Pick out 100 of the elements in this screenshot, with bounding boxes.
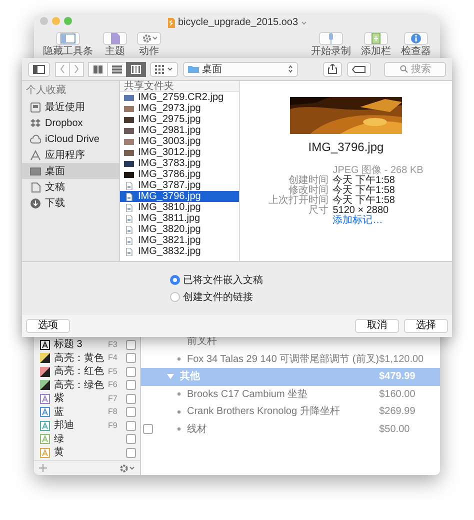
toolbar-button[interactable]: 隐藏工具条 bbox=[40, 32, 96, 56]
file-row[interactable]: IMG_2975.jpg bbox=[120, 114, 239, 125]
checkbox[interactable] bbox=[126, 380, 136, 390]
toolbar-button[interactable]: 动作 bbox=[134, 32, 164, 56]
add-tags-link[interactable]: 添加标记… bbox=[332, 216, 424, 226]
column-heading: 共享文件夹 bbox=[120, 81, 239, 92]
file-icon bbox=[124, 236, 134, 244]
document-icon bbox=[30, 182, 41, 192]
style-name[interactable]: 绿 bbox=[54, 432, 104, 447]
file-row[interactable]: IMG_3811.jpg bbox=[120, 213, 239, 224]
file-icon bbox=[124, 248, 134, 256]
checkbox[interactable] bbox=[126, 420, 136, 431]
share-button[interactable] bbox=[323, 62, 342, 76]
toolbar-button[interactable]: 添加栏 bbox=[358, 32, 394, 56]
file-row[interactable]: IMG_3786.jpg bbox=[120, 169, 239, 180]
checkbox[interactable] bbox=[126, 366, 136, 377]
checkbox[interactable] bbox=[126, 353, 136, 364]
toolbar-button[interactable]: 开始录制 bbox=[308, 32, 354, 56]
style-name[interactable]: 高亮：红色 bbox=[54, 364, 104, 380]
row-text: Brooks C17 Cambium 坐垫 bbox=[187, 388, 308, 402]
toolbar-button[interactable]: 检查器 bbox=[398, 32, 434, 56]
folder-icon bbox=[188, 65, 199, 73]
file-row[interactable]: IMG_3796.jpg bbox=[120, 191, 239, 202]
sidebar-item[interactable]: 最近使用 bbox=[22, 99, 119, 115]
cloud-icon bbox=[30, 134, 41, 144]
checkbox[interactable] bbox=[126, 407, 136, 418]
sidebar-heading: 个人收藏 bbox=[25, 84, 67, 98]
style-name[interactable]: 高亮：绿色 bbox=[54, 378, 104, 393]
bullet-icon bbox=[177, 410, 181, 414]
disclosure-triangle-icon[interactable] bbox=[167, 373, 174, 380]
file-row[interactable]: IMG_3783.jpg bbox=[120, 158, 239, 169]
detail-value: 今天 下午1:58 bbox=[332, 196, 396, 206]
bullet-icon bbox=[177, 357, 181, 362]
dialog-button[interactable]: 取消 bbox=[355, 319, 399, 333]
sidebar-item[interactable]: 应用程序 bbox=[22, 147, 119, 163]
sidebar-item[interactable]: Dropbox bbox=[22, 115, 119, 131]
grid-icon bbox=[155, 64, 164, 74]
file-icon bbox=[124, 226, 134, 234]
recent-icon bbox=[30, 102, 41, 112]
view-mode-button[interactable] bbox=[126, 62, 146, 76]
radio-button[interactable] bbox=[170, 275, 180, 285]
back-button[interactable] bbox=[55, 62, 70, 76]
radio-label[interactable]: 已将文件嵌入文稿 bbox=[183, 272, 263, 288]
checkbox[interactable] bbox=[126, 340, 136, 350]
style-name[interactable]: 高亮：黄色 bbox=[54, 350, 104, 366]
shortcut-label: F4 bbox=[108, 352, 118, 364]
zoom-button[interactable] bbox=[64, 17, 72, 25]
chevron-icon bbox=[167, 67, 173, 71]
style-name[interactable]: 蓝 bbox=[54, 404, 104, 420]
checkbox[interactable] bbox=[126, 394, 136, 404]
sidebar-item[interactable]: 桌面 bbox=[22, 163, 119, 179]
style-name[interactable]: 黄 bbox=[54, 445, 104, 460]
forward-button[interactable] bbox=[69, 62, 84, 76]
file-row[interactable]: IMG_3820.jpg bbox=[120, 224, 239, 235]
apps-icon bbox=[30, 150, 41, 160]
search-field[interactable]: 搜索 bbox=[384, 62, 446, 76]
search-icon bbox=[400, 65, 408, 73]
tag-button[interactable] bbox=[347, 62, 371, 76]
minimize-button[interactable] bbox=[52, 17, 60, 25]
list-view-icon bbox=[112, 64, 122, 74]
sidebar-item[interactable]: iCloud Drive bbox=[22, 131, 119, 147]
file-row[interactable]: IMG_3821.jpg bbox=[120, 235, 239, 246]
updown-icon bbox=[288, 65, 293, 73]
arrange-button[interactable] bbox=[150, 62, 178, 76]
file-row[interactable]: IMG_2981.jpg bbox=[120, 125, 239, 136]
price-text: $50.00 bbox=[379, 422, 411, 437]
gear-menu-icon[interactable] bbox=[119, 464, 135, 472]
file-row[interactable]: IMG_3787.jpg bbox=[120, 180, 239, 191]
dropbox-icon bbox=[30, 118, 41, 128]
toolbar-button[interactable]: 主题 bbox=[100, 32, 130, 56]
file-row[interactable]: IMG_2759.CR2.jpg bbox=[120, 92, 239, 103]
style-name[interactable]: 邦迪 bbox=[54, 418, 104, 434]
location-popup[interactable]: 桌面 bbox=[183, 62, 298, 76]
sidebar-toggle-button[interactable] bbox=[28, 62, 50, 76]
checkbox[interactable] bbox=[126, 434, 136, 444]
file-row[interactable]: IMG_3832.jpg bbox=[120, 246, 239, 257]
add-icon[interactable] bbox=[39, 464, 47, 472]
row-text: Fox 34 Talas 29 140 可调带尾部调节 (前叉) bbox=[187, 352, 380, 367]
file-row[interactable]: IMG_3810.jpg bbox=[120, 202, 239, 213]
style-name[interactable]: 紫 bbox=[54, 391, 104, 406]
row-text: 线材 bbox=[187, 422, 207, 437]
radio-button[interactable] bbox=[170, 292, 180, 302]
file-row[interactable]: IMG_2973.jpg bbox=[120, 103, 239, 114]
row-text: 其他 bbox=[180, 370, 200, 384]
close-button[interactable] bbox=[40, 17, 48, 25]
chevron-icon[interactable] bbox=[301, 20, 308, 24]
status-checkbox[interactable] bbox=[143, 424, 153, 434]
sidebar-icon bbox=[33, 64, 45, 74]
sidebar-item[interactable]: 文稿 bbox=[22, 179, 119, 195]
file-row[interactable]: IMG_3003.jpg bbox=[120, 136, 239, 147]
sidebar-item[interactable]: 下载 bbox=[22, 195, 119, 211]
location-text: 桌面 bbox=[202, 62, 222, 76]
price-text: $269.99 bbox=[379, 405, 416, 420]
dialog-button[interactable]: 选择 bbox=[404, 319, 448, 333]
radio-label[interactable]: 创建文件的链接 bbox=[183, 290, 253, 304]
file-name: IMG_3796.jpg bbox=[308, 139, 384, 156]
checkbox[interactable] bbox=[126, 448, 136, 458]
style-name[interactable]: 标题 3 bbox=[54, 337, 104, 352]
options-button[interactable]: 选项 bbox=[26, 319, 70, 333]
file-row[interactable]: IMG_3012.jpg bbox=[120, 147, 239, 158]
